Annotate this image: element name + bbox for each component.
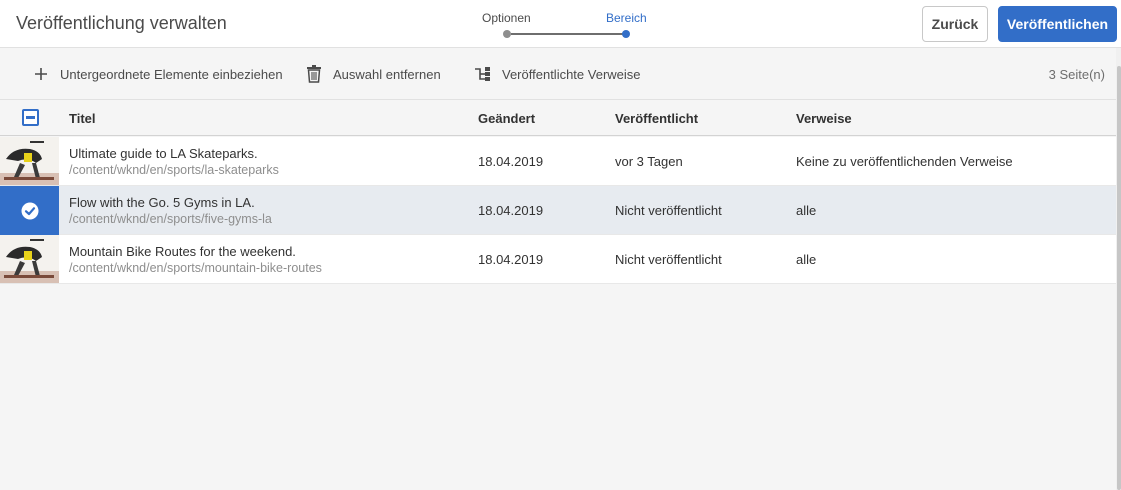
- step-connector: [511, 33, 626, 35]
- step-scope-dot[interactable]: [622, 30, 630, 38]
- remove-selection-label: Auswahl entfernen: [333, 66, 441, 82]
- step-options-label[interactable]: Optionen: [482, 11, 531, 25]
- publish-button[interactable]: Veröffentlichen: [998, 6, 1117, 42]
- page-count: 3 Seite(n): [1048, 67, 1105, 82]
- published-references-button[interactable]: Veröffentlichte Verweise: [473, 48, 641, 100]
- row-published: Nicht veröffentlicht: [615, 203, 722, 218]
- row-published: Nicht veröffentlicht: [615, 252, 722, 267]
- wizard-steps: Optionen Bereich: [478, 0, 668, 48]
- table-header: Titel Geändert Veröffentlicht Verweise: [0, 100, 1116, 136]
- column-header-published[interactable]: Veröffentlicht: [615, 111, 698, 126]
- trash-icon: [304, 64, 324, 84]
- row-modified: 18.04.2019: [478, 203, 544, 218]
- table-row[interactable]: Mountain Bike Routes for the weekend. /c…: [0, 235, 1116, 284]
- header-bar: Veröffentlichung verwalten Optionen Bere…: [0, 0, 1121, 48]
- row-modified: 18.04.2019: [478, 252, 544, 267]
- include-children-label: Untergeordnete Elemente einbeziehen: [60, 66, 283, 82]
- remove-selection-button[interactable]: Auswahl entfernen: [304, 48, 441, 100]
- table-row[interactable]: Ultimate guide to LA Skateparks. /conten…: [0, 137, 1116, 186]
- checkmark-icon: [21, 202, 38, 219]
- row-references: alle: [796, 203, 817, 218]
- page-thumbnail[interactable]: [0, 137, 59, 185]
- row-modified: 18.04.2019: [478, 154, 544, 169]
- step-options-dot[interactable]: [503, 30, 511, 38]
- row-title: Flow with the Go. 5 Gyms in LA.: [69, 195, 255, 210]
- row-path: /content/wknd/en/sports/five-gyms-la: [69, 212, 272, 226]
- select-all-checkbox[interactable]: [22, 109, 39, 126]
- row-path: /content/wknd/en/sports/la-skateparks: [69, 163, 279, 177]
- row-select-checkbox[interactable]: [0, 186, 59, 235]
- references-icon: [473, 64, 493, 84]
- column-header-title[interactable]: Titel: [69, 111, 96, 126]
- back-button[interactable]: Zurück: [922, 6, 988, 42]
- column-header-references[interactable]: Verweise: [796, 111, 852, 126]
- include-children-button[interactable]: Untergeordnete Elemente einbeziehen: [31, 48, 283, 100]
- step-scope-label[interactable]: Bereich: [606, 11, 647, 25]
- row-title: Mountain Bike Routes for the weekend.: [69, 244, 296, 259]
- column-header-modified[interactable]: Geändert: [478, 111, 535, 126]
- row-title: Ultimate guide to LA Skateparks.: [69, 146, 258, 161]
- row-path: /content/wknd/en/sports/mountain-bike-ro…: [69, 261, 322, 275]
- action-bar: Untergeordnete Elemente einbeziehen Ausw…: [0, 48, 1116, 100]
- scrollbar-thumb[interactable]: [1117, 66, 1121, 490]
- row-references: Keine zu veröffentlichenden Verweise: [796, 154, 1013, 169]
- row-published: vor 3 Tagen: [615, 154, 683, 169]
- page-title: Veröffentlichung verwalten: [16, 13, 227, 33]
- add-icon: [31, 64, 51, 84]
- row-references: alle: [796, 252, 817, 267]
- published-references-label: Veröffentlichte Verweise: [502, 66, 641, 82]
- page-thumbnail[interactable]: [0, 235, 59, 283]
- table-row[interactable]: Flow with the Go. 5 Gyms in LA. /content…: [0, 186, 1116, 235]
